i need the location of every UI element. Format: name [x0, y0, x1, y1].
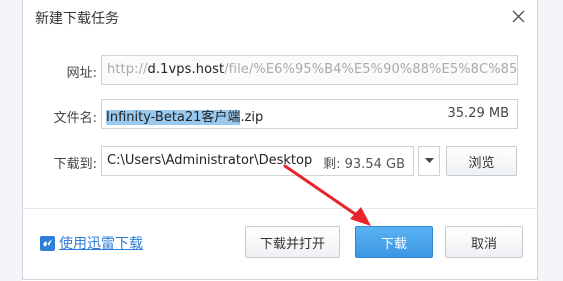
filename-selected-text: Infinity-Beta21客户端 — [106, 110, 241, 125]
download-button[interactable]: 下载 — [355, 226, 433, 258]
dialog-title: 新建下载任务 — [35, 11, 119, 27]
chevron-down-icon — [424, 158, 434, 163]
url-prefix: http:// — [107, 62, 148, 77]
filename-value[interactable]: Infinity-Beta21客户端.zip — [106, 106, 263, 125]
browse-button[interactable]: 浏览 — [446, 146, 517, 176]
url-host: d.1vps.host — [147, 62, 225, 77]
save-path-field[interactable]: C:\Users\Administrator\Desktop 剩: 93.54 … — [101, 146, 414, 176]
close-button[interactable] — [509, 7, 527, 25]
file-size: 35.29 MB — [447, 106, 509, 121]
filename-field[interactable]: Infinity-Beta21客户端.zip 35.29 MB — [101, 99, 518, 129]
footer-divider — [23, 208, 537, 209]
save-to-label: 下载到: — [53, 157, 97, 172]
new-download-dialog: 新建下载任务 网址: http://d.1vps.host/file/%E6%9… — [22, 0, 538, 280]
filename-ext: .zip — [240, 110, 264, 125]
url-label: 网址: — [66, 66, 97, 81]
url-path: /file/%E6%95%B4%E5%90%88%E5%8C%85%E9%85 — [224, 62, 518, 77]
url-value[interactable]: http://d.1vps.host/file/%E6%95%B4%E5%90%… — [107, 62, 518, 77]
path-history-dropdown[interactable] — [418, 146, 440, 176]
url-field[interactable]: http://d.1vps.host/file/%E6%95%B4%E5%90%… — [101, 55, 518, 85]
save-path-value: C:\Users\Administrator\Desktop — [107, 153, 313, 168]
download-and-open-button[interactable]: 下载并打开 — [245, 226, 340, 258]
thunder-label: 使用迅雷下载 — [59, 236, 143, 252]
thunder-icon — [40, 235, 55, 251]
title-bar: 新建下载任务 — [23, 0, 537, 32]
free-space: 剩: 93.54 GB — [323, 157, 405, 172]
background-left — [0, 0, 22, 281]
use-thunder-link[interactable]: 使用迅雷下载 — [40, 233, 143, 253]
cancel-button[interactable]: 取消 — [445, 226, 523, 258]
close-icon — [512, 10, 524, 22]
background-right — [537, 0, 563, 281]
filename-label: 文件名: — [53, 111, 97, 126]
